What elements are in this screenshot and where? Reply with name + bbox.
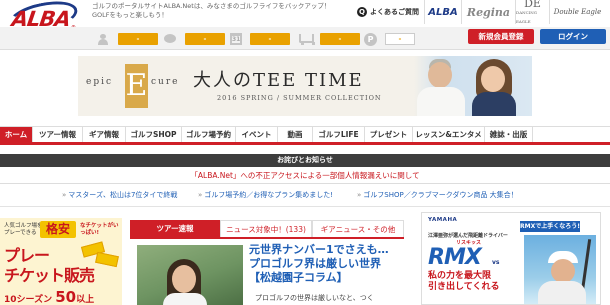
ad-season-prefix: 10: [4, 295, 17, 305]
ad-season-line: 10シーズン 50以上: [4, 288, 94, 305]
article-title[interactable]: 元世界ナンバー1でさえも…プロゴルフ界は厳しい世界【松越園子コラム】: [249, 243, 399, 285]
banner-title: 大人のTEE TIME: [193, 70, 364, 91]
ticker-item[interactable]: » ゴルフSHOP／クラブマークダウン商品 大集合！: [357, 186, 518, 205]
banner-subtitle: 2016 SPRING / SUMMER COLLECTION: [217, 94, 382, 102]
notice-link[interactable]: 「ALBA.Net」への不正アクセスによる一部個人情報漏えいに関して: [0, 167, 610, 184]
nav-item-tour[interactable]: ツアー情報: [33, 127, 83, 142]
ad-season-text: シーズン: [16, 295, 53, 305]
ad-subtitle: 江澤亜弥が選んだ飛距離ドライバー: [428, 233, 508, 239]
brand-link-de[interactable]: DE DANCING EAGLE: [515, 0, 549, 24]
player-face: [551, 259, 575, 283]
ad-season-suffix: 以上: [76, 295, 95, 305]
banner-brand-e: E: [125, 64, 148, 108]
question-icon: Q: [357, 7, 367, 17]
nav-item-golf-life[interactable]: ゴルフLIFE: [313, 127, 365, 142]
article-excerpt: プロゴルフの世界は厳しいなと、つく: [255, 294, 374, 302]
userbar-members[interactable]: -: [96, 32, 158, 46]
register-button[interactable]: 新規会員登録: [468, 29, 534, 44]
ad-cheap-badge: 格安: [40, 221, 76, 238]
ad-vs-label: vs: [492, 259, 500, 266]
brand-links: ALBA Regina DE DANCING EAGLE Double Eagl…: [424, 0, 605, 24]
ticker-arrow-icon: »: [198, 191, 203, 199]
banner-brand-left: epic: [86, 77, 114, 87]
banner-brand-right: cure: [151, 77, 180, 87]
article-photo[interactable]: [137, 245, 243, 305]
rmx-pill-label: RMXで上手くなろう!: [520, 221, 580, 232]
cart-icon: [297, 33, 315, 45]
photo-face: [172, 265, 196, 293]
ticker-text: ゴルフ場予約／お得なプラン集めました!: [204, 191, 334, 199]
login-button[interactable]: ログイン: [540, 29, 606, 44]
members-value: -: [118, 33, 158, 45]
ticker-item[interactable]: » ゴルフ場予約／お得なプラン集めました!: [198, 186, 333, 205]
nav-item-home[interactable]: ホーム: [0, 127, 33, 142]
tab-news[interactable]: ニュース対象中！(133): [220, 220, 312, 237]
banner-woman-face: [481, 66, 505, 92]
faq-label: よくあるご質問: [370, 8, 419, 16]
messages-value: -: [185, 33, 225, 45]
ad-copy-line-2: 引き出してくれる: [428, 282, 500, 292]
ad-headline-line-2: チケット販売: [4, 266, 95, 285]
faq-link[interactable]: Q よくあるご質問: [357, 7, 419, 17]
photo-shirt: [163, 293, 207, 305]
userbar-messages[interactable]: -: [163, 32, 225, 46]
userbar-cart[interactable]: -: [297, 32, 360, 46]
points-icon: P: [364, 32, 377, 46]
notice-header: お詫びとお知らせ: [0, 154, 610, 167]
yamaha-logo: YAMAHA: [428, 217, 458, 223]
userbar-points[interactable]: P -: [364, 32, 415, 46]
points-value: -: [385, 33, 415, 45]
nav-item-event[interactable]: イベント: [236, 127, 278, 142]
ad-headline-line-1: プレー: [4, 246, 50, 265]
nav-item-lesson[interactable]: レッスン&エンタメ: [413, 127, 485, 142]
banner-man-shirt: [417, 87, 465, 116]
ad-top-text: 人気ゴルフ場をプレーできる: [4, 223, 43, 236]
chat-bubble-icon: [163, 33, 177, 45]
play-ticket-ad[interactable]: 人気ゴルフ場をプレーできる 格安 なチケットがいっぱい! プレー チケット販売 …: [0, 218, 122, 305]
tab-underline: [130, 237, 404, 239]
site-tagline: ゴルフのポータルサイトALBA.Netは、みなさまのゴルフライフをバックアップ！…: [92, 2, 331, 19]
calendar-value: -: [250, 33, 290, 45]
brand-de-label: DE: [524, 0, 541, 10]
nav-item-course-booking[interactable]: ゴルフ場予約: [182, 127, 236, 142]
brand-link-alba[interactable]: ALBA: [424, 0, 461, 24]
calendar-icon: 31: [230, 33, 242, 45]
brand-de-sub: DANCING EAGLE: [516, 9, 537, 24]
ad-player-photo: [524, 235, 596, 304]
nav-item-gear[interactable]: ギア情報: [83, 127, 126, 142]
rmx-logo: RMX: [428, 245, 482, 270]
ticker-text: マスターズ、松山は7位タイで終戦: [68, 191, 178, 199]
ad-copy-line-1: 私の力を最大限: [428, 271, 492, 281]
ad-season-count: 50: [55, 288, 77, 305]
epicure-banner[interactable]: epic E cure 大人のTEE TIME 2016 SPRING / SU…: [78, 56, 532, 116]
nav-item-present[interactable]: プレゼント: [365, 127, 413, 142]
ticket-icon: [95, 251, 119, 268]
ticker-arrow-icon: »: [62, 191, 67, 199]
banner-woman-shirt: [472, 92, 516, 116]
nav-item-magazine[interactable]: 雑誌・出版: [485, 127, 533, 142]
nav-item-shop[interactable]: ゴルフSHOP: [126, 127, 182, 142]
ticker-divider: [0, 206, 610, 207]
tab-gear-news[interactable]: ギアニュース・その他: [312, 220, 404, 237]
person-icon: [96, 33, 110, 45]
ad-side-text: なチケットがいっぱい!: [80, 223, 119, 236]
ticker-item[interactable]: » マスターズ、松山は7位タイで終戦: [62, 186, 177, 205]
brand-link-double-eagle[interactable]: Double Eagle: [549, 0, 605, 24]
userbar-calendar[interactable]: 31 -: [230, 32, 290, 46]
tab-tour-news[interactable]: ツアー速報: [130, 220, 220, 237]
player-shirt: [538, 281, 586, 304]
ad-copy: 私の力を最大限 引き出してくれる: [428, 271, 499, 293]
brand-link-regina[interactable]: Regina: [461, 0, 515, 24]
ad-headline: プレー チケット販売: [4, 246, 95, 286]
banner-man-face: [428, 62, 452, 88]
rmx-driver-ad[interactable]: YAMAHA RMXで上手くなろう! 江澤亜弥が選んだ飛距離ドライバー リスキッ…: [421, 212, 601, 305]
headline-ticker: » マスターズ、松山は7位タイで終戦 » ゴルフ場予約／お得なプラン集めました! »…: [0, 186, 610, 205]
cart-value: -: [320, 33, 360, 45]
ticker-arrow-icon: »: [357, 191, 362, 199]
site-header: ALBA ® ゴルフのポータルサイトALBA.Netは、みなさまのゴルフライフを…: [0, 0, 610, 38]
ticker-text: ゴルフSHOP／クラブマークダウン商品 大集合！: [363, 191, 518, 199]
nav-item-video[interactable]: 動画: [278, 127, 313, 142]
main-nav: ホーム ツアー情報 ギア情報 ゴルフSHOP ゴルフ場予約 イベント 動画 ゴル…: [0, 126, 610, 145]
